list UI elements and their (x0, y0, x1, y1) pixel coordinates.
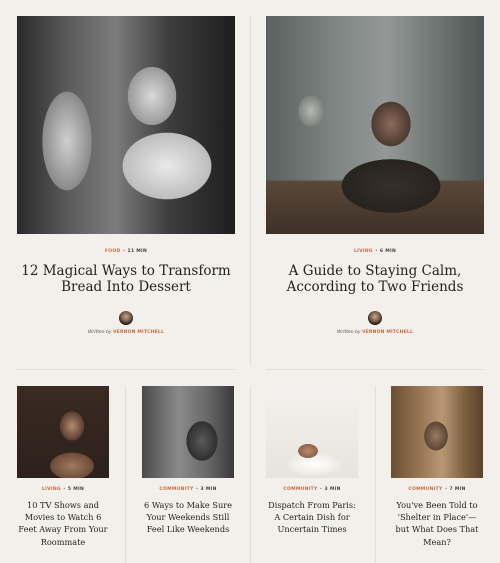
article-photo[interactable] (142, 386, 234, 478)
byline: Written by VERNON MITCHELL (266, 330, 484, 335)
article-title[interactable]: 6 Ways to Make Sure Your Weekends Still … (142, 499, 234, 536)
read-time: 6 MIN (379, 249, 397, 254)
featured-article-card[interactable]: FOOD • 11 MIN 12 Magical Ways to Transform… (17, 16, 235, 295)
separator-dot: • (444, 487, 448, 492)
article-title[interactable]: You've Been Told to 'Shelter in Place'—b… (391, 499, 483, 548)
category-tag[interactable]: FOOD (105, 249, 121, 254)
article-card[interactable]: COMMUNITY • 3 MIN 6 Ways to Make Sure Your… (142, 386, 234, 536)
article-photo[interactable] (17, 16, 235, 234)
featured-article-card[interactable]: LIVING • 6 MIN A Guide to Staying Calm, Ac… (266, 16, 484, 295)
section-divider-right (266, 369, 484, 370)
read-time: 3 MIN (324, 487, 341, 492)
read-time: 5 MIN (67, 487, 85, 492)
category-tag[interactable]: LIVING (354, 249, 373, 254)
article-title[interactable]: A Guide to Staying Calm, According to Tw… (266, 263, 484, 295)
article-card[interactable]: COMMUNITY • 7 MIN You've Been Told to 'She… (391, 386, 483, 548)
author-name[interactable]: VERNON MITCHELL (113, 330, 164, 335)
category-tag[interactable]: COMMUNITY (408, 487, 442, 492)
article-card[interactable]: COMMUNITY • 3 MIN Dispatch From Paris: A C… (266, 386, 358, 536)
author-block: Written by VERNON MITCHELL (266, 311, 484, 335)
small-column-divider-3 (375, 386, 376, 563)
separator-dot: • (374, 249, 378, 254)
separator-dot: • (122, 249, 126, 254)
category-tag[interactable]: LIVING (42, 487, 61, 492)
avatar[interactable] (368, 311, 382, 325)
article-photo[interactable] (391, 386, 483, 478)
small-column-divider-1 (125, 386, 126, 563)
read-time: 11 MIN (127, 249, 148, 254)
category-tag[interactable]: COMMUNITY (283, 487, 317, 492)
article-meta: LIVING • 5 MIN (17, 487, 109, 493)
article-meta: COMMUNITY • 3 MIN (142, 487, 234, 493)
author-block: Written by VERNON MITCHELL (17, 311, 235, 335)
small-column-divider-2 (250, 386, 251, 563)
separator-dot: • (195, 487, 199, 492)
article-meta: FOOD • 11 MIN (17, 249, 235, 255)
separator-dot: • (62, 487, 66, 492)
avatar[interactable] (119, 311, 133, 325)
category-tag[interactable]: COMMUNITY (159, 487, 193, 492)
written-by-label: Written by (336, 330, 361, 335)
article-meta: COMMUNITY • 7 MIN (391, 487, 483, 493)
read-time: 7 MIN (449, 487, 466, 492)
article-photo[interactable] (266, 16, 484, 234)
article-meta: COMMUNITY • 3 MIN (266, 487, 358, 493)
read-time: 3 MIN (200, 487, 217, 492)
byline: Written by VERNON MITCHELL (17, 330, 235, 335)
author-name[interactable]: VERNON MITCHELL (362, 330, 413, 335)
article-title[interactable]: 10 TV Shows and Movies to Watch 6 Feet A… (17, 499, 109, 548)
separator-dot: • (319, 487, 323, 492)
article-title[interactable]: Dispatch From Paris: A Certain Dish for … (266, 499, 358, 536)
article-photo[interactable] (17, 386, 109, 478)
featured-column-divider (250, 16, 251, 366)
written-by-label: Written by (87, 330, 112, 335)
section-divider-left (17, 369, 235, 370)
article-meta: LIVING • 6 MIN (266, 249, 484, 255)
article-card[interactable]: LIVING • 5 MIN 10 TV Shows and Movies to W… (17, 386, 109, 548)
article-photo[interactable] (266, 386, 358, 478)
article-title[interactable]: 12 Magical Ways to Transform Bread Into … (17, 263, 235, 295)
